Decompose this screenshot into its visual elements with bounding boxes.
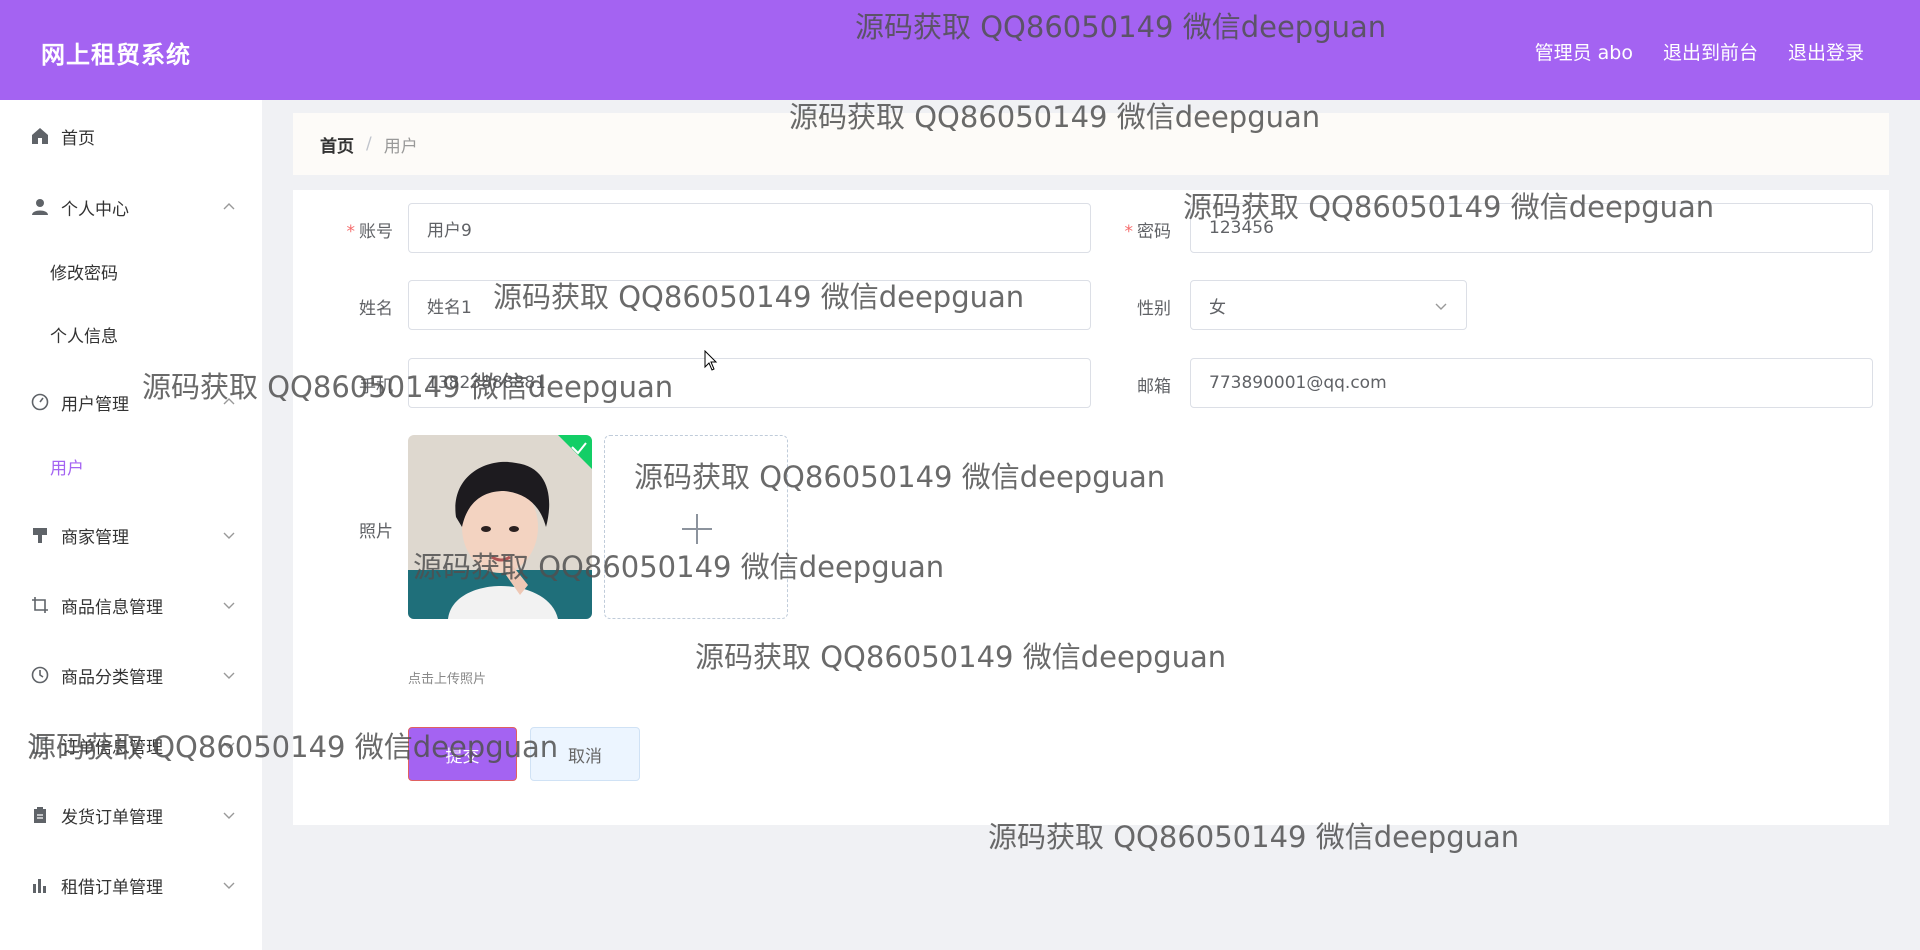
gender-select[interactable]: 女 [1190, 280, 1467, 330]
sidebar-item-label: 个人中心 [61, 199, 129, 220]
sidebar-item-shipping-order-management[interactable]: 发货订单管理 [0, 790, 262, 840]
home-icon [30, 126, 50, 146]
chevron-down-icon [223, 742, 235, 749]
password-label-text: 密码 [1137, 222, 1171, 242]
sidebar-item-label: 用户管理 [61, 394, 129, 415]
account-input[interactable]: 用户9 [408, 203, 1091, 253]
sidebar-item-category-management[interactable]: 商品分类管理 [0, 650, 262, 700]
sidebar-subitem-change-password[interactable]: 修改密码 [0, 246, 262, 296]
sidebar-item-label: 商品分类管理 [61, 667, 163, 688]
sidebar-item-label: 商家管理 [61, 527, 129, 548]
sidebar-item-user-management[interactable]: 用户管理 [0, 377, 262, 427]
exit-to-front-link[interactable]: 退出到前台 [1663, 38, 1758, 65]
user-icon [30, 197, 50, 217]
password-value: 123456 [1209, 218, 1274, 238]
photo-label: 照片 [359, 522, 393, 542]
breadcrumb-home[interactable]: 首页 [320, 132, 354, 157]
breadcrumb-separator: / [366, 134, 372, 154]
header-nav: 管理员 abo 退出到前台 退出登录 [1535, 38, 1864, 65]
clipboard-icon [30, 805, 50, 825]
mouse-cursor-icon [704, 350, 718, 371]
email-value: 773890001@qq.com [1209, 373, 1387, 393]
password-input[interactable]: 123456 [1190, 203, 1873, 253]
order-icon [30, 735, 50, 755]
chevron-down-icon [223, 812, 235, 819]
sidebar-subitem-label: 个人信息 [50, 326, 118, 347]
shop-icon [30, 525, 50, 545]
logout-link[interactable]: 退出登录 [1788, 38, 1864, 65]
account-label-text: 账号 [359, 222, 393, 242]
sidebar-item-home[interactable]: 首页 [0, 111, 262, 161]
chevron-down-icon [1435, 303, 1447, 310]
sidebar-item-order-info-management[interactable]: 订单信息管理 [0, 720, 262, 770]
account-value: 用户9 [427, 220, 472, 241]
chevron-up-icon [223, 203, 235, 210]
upload-hint: 点击上传照片 [408, 672, 487, 687]
app-title: 网上租贸系统 [41, 41, 191, 69]
sidebar-item-rental-order-management[interactable]: 租借订单管理 [0, 860, 262, 910]
sidebar-item-label: 发货订单管理 [61, 807, 163, 828]
account-label: * 账号 [293, 217, 394, 242]
uploaded-photo[interactable] [408, 435, 592, 619]
breadcrumb: 首页 / 用户 [293, 113, 1889, 175]
sidebar-item-product-info-management[interactable]: 商品信息管理 [0, 580, 262, 630]
sidebar-subitem-users[interactable]: 用户 [0, 441, 262, 491]
bar-chart-icon [30, 875, 50, 895]
chevron-down-icon [223, 672, 235, 679]
sidebar-item-label: 租借订单管理 [61, 877, 163, 898]
chevron-down-icon [223, 532, 235, 539]
chevron-up-icon [223, 398, 235, 405]
sidebar-subitem-personal-info[interactable]: 个人信息 [0, 309, 262, 359]
avatar-photo-image [408, 435, 592, 619]
dashboard-icon [30, 392, 50, 412]
sidebar-item-label: 首页 [61, 128, 95, 149]
chevron-down-icon [223, 882, 235, 889]
sidebar: 首页 个人中心 修改密码 个人信息 用户管理 用户 商家管理 商品信息管理 商品… [0, 100, 262, 950]
name-label: 姓名 [359, 299, 393, 319]
email-label: 邮箱 [1137, 377, 1171, 397]
crop-icon [30, 595, 50, 615]
sidebar-item-label: 商品信息管理 [61, 597, 163, 618]
phone-value: 13823888881 [427, 373, 546, 393]
name-input[interactable]: 姓名1 [408, 280, 1091, 330]
name-value: 姓名1 [427, 297, 472, 318]
sidebar-item-label: 订单信息管理 [61, 737, 163, 758]
phone-input[interactable]: 13823888881 [408, 358, 1091, 408]
admin-user-label[interactable]: 管理员 abo [1535, 38, 1633, 65]
gender-label: 性别 [1137, 299, 1171, 319]
required-mark: * [1124, 222, 1134, 242]
required-mark: * [346, 222, 356, 242]
cancel-button[interactable]: 取消 [530, 727, 640, 781]
user-form: * 账号 用户9 * 密码 123456 姓名 姓名1 性别 女 手机 138238… [293, 190, 1889, 825]
top-header: 网上租贸系统 管理员 abo 退出到前台 退出登录 [0, 0, 1920, 100]
password-label: * 密码 [1073, 217, 1172, 242]
sidebar-item-merchant-management[interactable]: 商家管理 [0, 510, 262, 560]
breadcrumb-current: 用户 [383, 136, 418, 157]
phone-label: 手机 [359, 377, 393, 397]
sidebar-item-personal-center[interactable]: 个人中心 [0, 182, 262, 232]
email-input[interactable]: 773890001@qq.com [1190, 358, 1873, 408]
plus-icon [682, 514, 712, 544]
gender-value: 女 [1209, 297, 1226, 318]
submit-button[interactable]: 提交 [408, 727, 517, 781]
sidebar-subitem-label: 修改密码 [50, 263, 118, 284]
photo-upload-button[interactable] [604, 435, 788, 619]
clock-icon [30, 665, 50, 685]
chevron-down-icon [223, 602, 235, 609]
sidebar-subitem-label: 用户 [50, 458, 84, 479]
